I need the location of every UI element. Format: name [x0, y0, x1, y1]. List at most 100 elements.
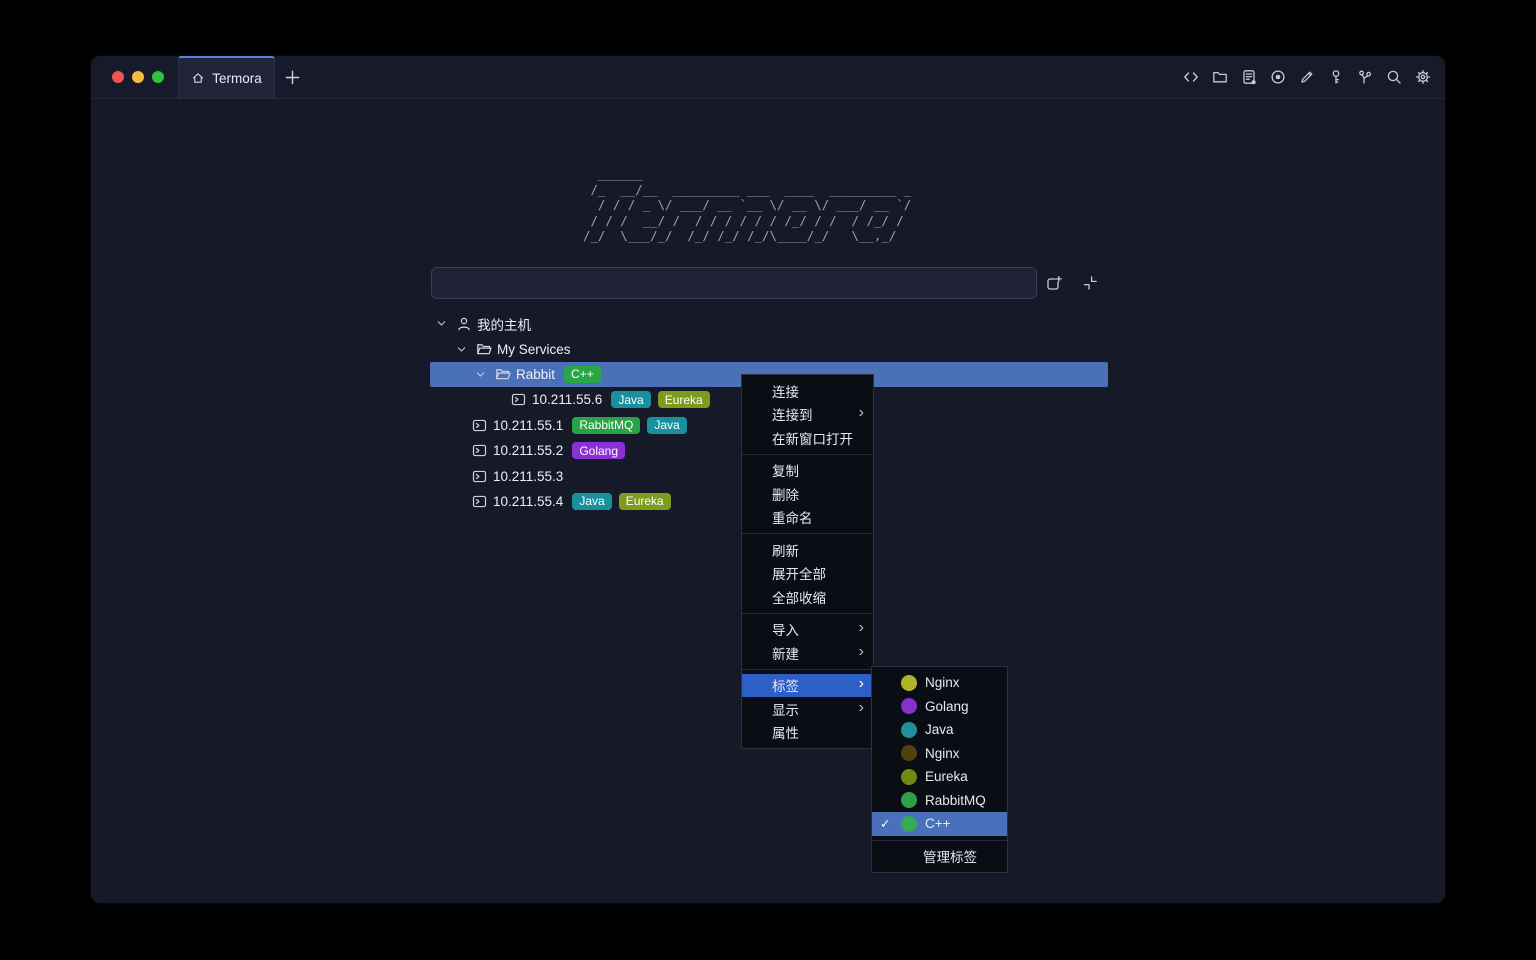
chevron-down-icon[interactable] — [474, 368, 488, 381]
manage-tags-item[interactable]: 管理标签 — [872, 845, 1007, 869]
tag-badge: C++ — [564, 366, 601, 383]
chevron-down-icon[interactable] — [435, 317, 449, 330]
menu-item[interactable]: 全部收缩 — [742, 585, 873, 609]
submenu-arrow-icon: › — [859, 700, 864, 716]
host-icon — [472, 494, 488, 509]
tab-title: Termora — [212, 71, 262, 86]
tab-termora[interactable]: Termora — [178, 56, 275, 98]
submenu-arrow-icon: › — [859, 405, 864, 421]
menu-item[interactable]: 复制 — [742, 459, 873, 483]
ascii-logo: ______ /_ __/__ _________ ___ ____ _____… — [583, 166, 911, 244]
search-input[interactable] — [431, 267, 1037, 299]
tag-menu-item[interactable]: Java — [872, 718, 1007, 742]
add-host-button[interactable] — [1041, 270, 1067, 296]
tag-menu-item[interactable]: ✓ C++ — [872, 812, 1007, 836]
submenu-arrow-icon: › — [859, 644, 864, 660]
tag-badge: Java — [647, 417, 686, 434]
chevron-down-icon[interactable] — [455, 343, 469, 356]
tag-menu-label: Java — [925, 722, 998, 737]
tag-menu-label: Nginx — [925, 746, 998, 761]
tag-menu-item[interactable]: Golang — [872, 695, 1007, 719]
tag-badge: Eureka — [619, 493, 671, 510]
submenu-arrow-icon: › — [859, 676, 864, 692]
search-icon[interactable] — [1385, 69, 1402, 86]
menu-item[interactable]: 标签› — [742, 674, 873, 698]
traffic-lights — [91, 56, 178, 98]
folder-open-icon — [476, 341, 492, 357]
tag-badge: Golang — [572, 442, 625, 459]
tag-menu-label: Eureka — [925, 769, 998, 784]
tag-color-dot — [901, 769, 917, 785]
tag-menu-label: RabbitMQ — [925, 793, 998, 808]
menu-item[interactable]: 删除 — [742, 482, 873, 506]
menu-item-label: 重命名 — [772, 507, 864, 527]
new-tab-button[interactable] — [275, 56, 309, 98]
tree-row-label: 10.211.55.3 — [493, 469, 563, 484]
host-icon — [511, 392, 527, 407]
tree-row-label: 10.211.55.6 — [532, 392, 602, 407]
tag-menu-label: Golang — [925, 699, 998, 714]
home-icon — [191, 71, 205, 85]
folder-icon[interactable] — [1211, 69, 1228, 86]
menu-item-label: 全部收缩 — [772, 587, 864, 607]
close-window-button[interactable] — [112, 71, 124, 83]
menu-item-label: 显示 — [772, 699, 859, 719]
menu-item[interactable]: 连接 — [742, 379, 873, 403]
tag-menu-item[interactable]: RabbitMQ — [872, 789, 1007, 813]
host-icon — [472, 418, 488, 433]
menu-item-label: 删除 — [772, 484, 864, 504]
app-window: Termora ______ /_ __/__ _________ ___ __… — [90, 55, 1446, 904]
menu-item[interactable]: 展开全部 — [742, 562, 873, 586]
tag-color-dot — [901, 745, 917, 761]
menu-item-label: 新建 — [772, 643, 859, 663]
pencil-icon[interactable] — [1298, 69, 1315, 86]
tag-menu-item[interactable]: Eureka — [872, 765, 1007, 789]
menu-separator — [742, 669, 873, 670]
context-menu: 连接连接到›在新窗口打开复制删除重命名刷新展开全部全部收缩导入›新建›标签›显示… — [741, 374, 874, 749]
menu-item[interactable]: 连接到› — [742, 403, 873, 427]
tree-row-label: 10.211.55.2 — [493, 443, 563, 458]
tag-menu-label: Nginx — [925, 675, 998, 690]
menu-item[interactable]: 属性 — [742, 721, 873, 745]
folder-open-icon — [495, 366, 511, 382]
minimize-window-button[interactable] — [132, 71, 144, 83]
branch-icon[interactable] — [1356, 69, 1373, 86]
menu-separator — [742, 454, 873, 455]
tree-row[interactable]: 我的主机 — [430, 311, 1108, 336]
collapse-all-button[interactable] — [1077, 270, 1103, 296]
menu-item-label: 在新窗口打开 — [772, 428, 864, 448]
menu-item-label: 导入 — [772, 619, 859, 639]
menu-item-label: 连接 — [772, 381, 864, 401]
key-icon[interactable] — [1327, 69, 1344, 86]
tag-badge: Java — [611, 391, 650, 408]
tree-row-label: My Services — [497, 342, 571, 357]
menu-item-label: 展开全部 — [772, 563, 864, 583]
tree-row[interactable]: My Services — [430, 336, 1108, 361]
checkmark-icon: ✓ — [880, 816, 901, 831]
record-icon[interactable] — [1269, 69, 1286, 86]
tree-row-label: 我的主机 — [477, 314, 531, 334]
tag-color-dot — [901, 792, 917, 808]
code-icon[interactable] — [1182, 69, 1199, 86]
titlebar: Termora — [91, 56, 1445, 99]
tag-color-dot — [901, 675, 917, 691]
menu-separator — [742, 613, 873, 614]
menu-item[interactable]: 导入› — [742, 618, 873, 642]
log-icon[interactable] — [1240, 69, 1257, 86]
tag-menu-item[interactable]: Nginx — [872, 671, 1007, 695]
user-icon — [456, 316, 472, 332]
menu-item[interactable]: 刷新 — [742, 538, 873, 562]
tag-menu-label: C++ — [925, 816, 998, 831]
host-icon — [472, 443, 488, 458]
tree-row-label: Rabbit — [516, 367, 555, 382]
toolbar — [1182, 56, 1445, 98]
host-icon — [472, 469, 488, 484]
menu-item[interactable]: 在新窗口打开 — [742, 426, 873, 450]
gear-icon[interactable] — [1414, 69, 1431, 86]
menu-item[interactable]: 显示› — [742, 697, 873, 721]
menu-item[interactable]: 新建› — [742, 641, 873, 665]
menu-item[interactable]: 重命名 — [742, 506, 873, 530]
tag-menu-item[interactable]: Nginx — [872, 742, 1007, 766]
zoom-window-button[interactable] — [152, 71, 164, 83]
tag-badge: RabbitMQ — [572, 417, 640, 434]
